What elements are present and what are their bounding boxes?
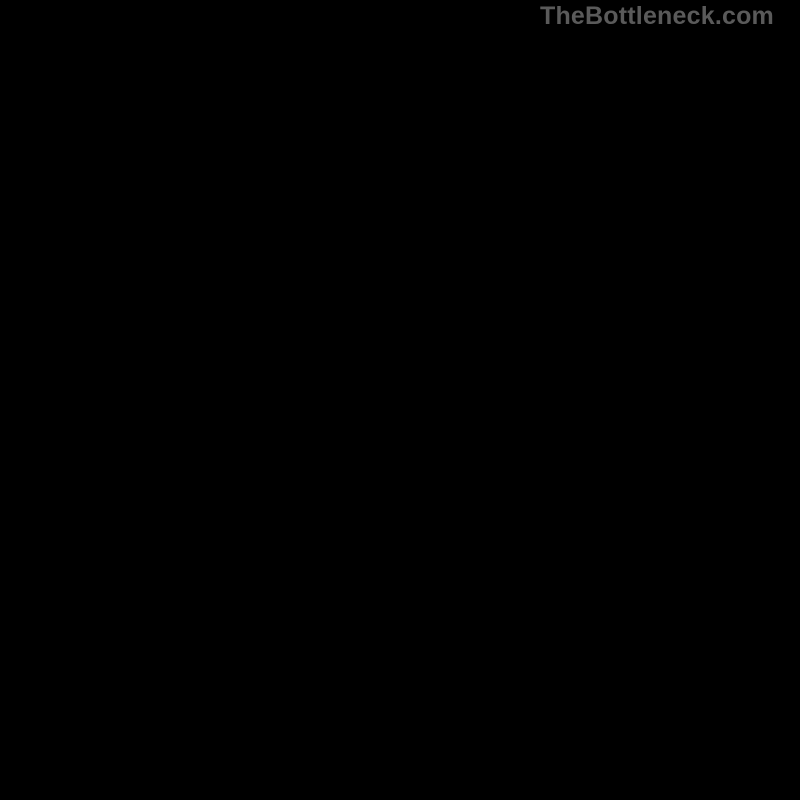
chart-frame [0, 0, 800, 800]
watermark-label: TheBottleneck.com [540, 2, 774, 31]
